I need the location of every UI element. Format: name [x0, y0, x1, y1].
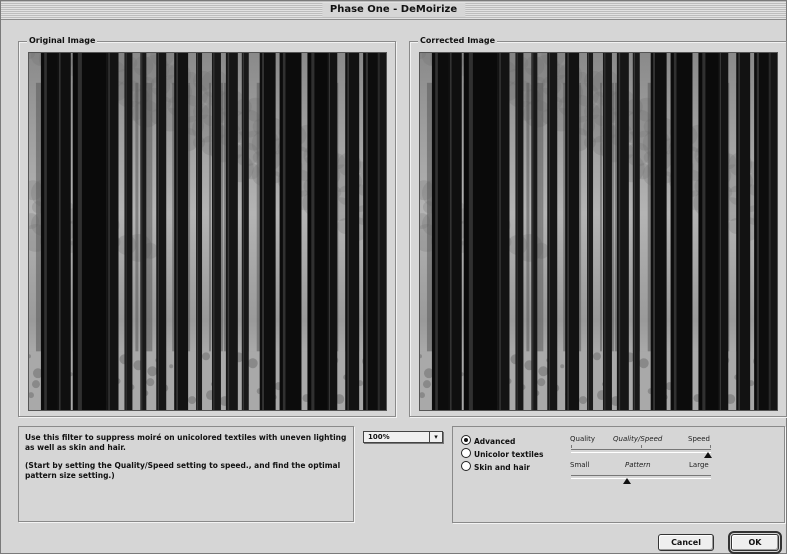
- quality-speed-slider[interactable]: [571, 449, 711, 453]
- ok-button[interactable]: OK: [728, 531, 782, 554]
- demoirize-dialog: Phase One - DeMoirize Original Image Cor…: [0, 0, 787, 554]
- description-hint: (Start by setting the Quality/Speed sett…: [25, 461, 341, 480]
- quality-min-label: Quality: [570, 435, 596, 443]
- pattern-slider-title: Pattern: [625, 461, 651, 469]
- quality-slider-title: Quality/Speed: [613, 435, 663, 443]
- description-text: Use this filter to suppress moiré on uni…: [25, 433, 347, 452]
- pattern-min-label: Small: [570, 461, 590, 469]
- corrected-image: [419, 52, 778, 411]
- description-panel: Use this filter to suppress moiré on uni…: [18, 426, 354, 522]
- original-image-group: Original Image: [18, 35, 396, 417]
- corrected-image-group: Corrected Image: [409, 35, 787, 417]
- original-image-label: Original Image: [27, 35, 98, 47]
- radio-icon[interactable]: [461, 461, 471, 471]
- zoom-select[interactable]: 100% ▾: [363, 431, 443, 443]
- pattern-slider-thumb[interactable]: [623, 478, 631, 484]
- mode-radio-skin[interactable]: Skin and hair: [461, 461, 530, 473]
- slider-tick: [710, 445, 711, 448]
- slider-tick: [641, 445, 642, 448]
- mode-radio-advanced[interactable]: Advanced: [461, 435, 515, 447]
- quality-slider-thumb[interactable]: [704, 452, 713, 458]
- zoom-value: 100%: [368, 433, 390, 441]
- mode-label: Skin and hair: [474, 463, 530, 472]
- chevron-down-icon[interactable]: ▾: [429, 432, 442, 442]
- mode-label: Unicolor textiles: [474, 450, 544, 459]
- options-panel: Advanced Unicolor textiles Skin and hair…: [452, 426, 785, 523]
- corrected-image-label: Corrected Image: [418, 35, 498, 47]
- slider-tick: [571, 445, 572, 448]
- quality-max-label: Speed: [688, 435, 710, 443]
- pattern-max-label: Large: [689, 461, 709, 469]
- window-title: Phase One - DeMoirize: [321, 3, 466, 17]
- title-bar[interactable]: Phase One - DeMoirize: [1, 1, 786, 20]
- pattern-size-slider[interactable]: [571, 475, 711, 479]
- original-image: [28, 52, 387, 411]
- radio-icon[interactable]: [461, 448, 471, 458]
- cancel-button[interactable]: Cancel: [658, 534, 714, 551]
- mode-radio-unicolor[interactable]: Unicolor textiles: [461, 448, 543, 460]
- radio-icon[interactable]: [461, 435, 471, 445]
- mode-label: Advanced: [474, 437, 516, 446]
